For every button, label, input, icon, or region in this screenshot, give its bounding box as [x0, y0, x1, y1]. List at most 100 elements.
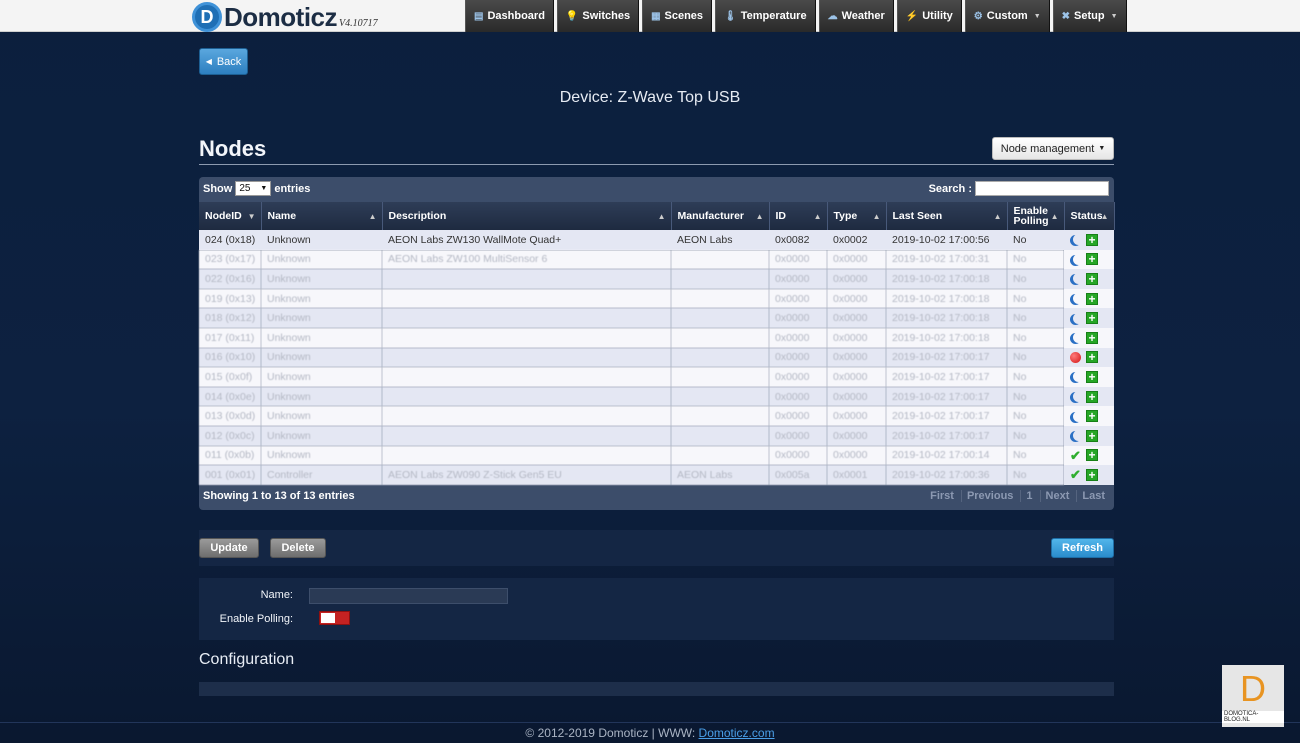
cell-manufacturer: [671, 367, 769, 387]
dead-node-icon: [1070, 351, 1081, 363]
cell-name: Unknown: [261, 425, 382, 446]
caret-down-icon: ▼: [1033, 12, 1041, 20]
update-button[interactable]: Update: [199, 538, 259, 558]
add-plus-icon[interactable]: +: [1086, 410, 1098, 423]
sleeping-moon-icon: [1073, 293, 1084, 304]
nav-weather[interactable]: ☁ Weather: [818, 0, 894, 32]
nav-temperature[interactable]: 🌡 Temperature: [715, 0, 816, 32]
cell-manufacturer: [671, 406, 769, 426]
column-header-description[interactable]: Description ▲: [382, 202, 672, 230]
cell-type: 0x0000: [827, 386, 886, 407]
sleeping-moon-icon: [1073, 332, 1084, 343]
back-button[interactable]: ◀ Back: [199, 48, 248, 75]
add-plus-icon[interactable]: +: [1086, 351, 1098, 364]
cell-id: 0x0000: [769, 367, 827, 387]
column-header-enable-polling[interactable]: Enable Polling ▲: [1007, 202, 1065, 230]
cell-name: Unknown: [261, 327, 382, 348]
cell-last-seen: 2019-10-02 17:00:31: [886, 249, 1007, 270]
cell-name: Unknown: [261, 406, 382, 426]
sleeping-moon-icon: [1073, 313, 1084, 324]
show-label: Show: [203, 182, 233, 195]
nodes-table-panel: Show 25 ▼ entries Search : NodeID ▼ Name ▲ D…: [199, 177, 1115, 510]
table-row[interactable]: 013 (0x0d) Unknown 0x0000 0x0000 2019-10-02 …: [199, 406, 1114, 426]
table-row[interactable]: 001 (0x01) Controller AEON Labs ZW090 Z-St…: [199, 465, 1114, 485]
cell-polling: No: [1007, 269, 1064, 289]
add-plus-icon[interactable]: +: [1086, 253, 1098, 266]
add-plus-icon[interactable]: +: [1086, 429, 1098, 442]
cell-nodeid: 018 (0x12): [199, 308, 261, 328]
watermark-text: DOMOTICA-BLOG.NL: [1222, 711, 1284, 723]
nav-dashboard[interactable]: ▤ Dashboard: [465, 0, 554, 32]
nav-setup[interactable]: ✖ Setup ▼: [1052, 0, 1127, 32]
cell-type: 0x0000: [827, 367, 886, 387]
column-header-name[interactable]: Name ▲: [261, 202, 383, 230]
search-input[interactable]: [975, 181, 1109, 196]
cell-last-seen: 2019-10-02 17:00:18: [886, 308, 1007, 328]
add-plus-icon[interactable]: +: [1086, 449, 1098, 462]
gear-icon: ⚙: [973, 10, 983, 22]
nav-label: Custom: [986, 10, 1028, 22]
pager-last[interactable]: Last: [1076, 490, 1110, 502]
table-row[interactable]: 023 (0x17) Unknown AEON Labs ZW100 MultiSe…: [199, 249, 1114, 270]
cell-manufacturer: AEON Labs: [671, 230, 769, 250]
add-plus-icon[interactable]: +: [1086, 272, 1098, 285]
add-plus-icon[interactable]: +: [1086, 312, 1098, 325]
pager-1[interactable]: 1: [1020, 490, 1037, 502]
column-header-status[interactable]: Status ▲: [1064, 202, 1115, 230]
column-header-type[interactable]: Type ▲: [827, 202, 887, 230]
add-plus-icon[interactable]: +: [1086, 233, 1098, 246]
node-management-dropdown[interactable]: Node management ▼: [992, 137, 1114, 160]
cell-status: +: [1064, 230, 1114, 250]
table-row[interactable]: 022 (0x16) Unknown 0x0000 0x0000 2019-10-02 …: [199, 269, 1114, 289]
cell-description: [382, 406, 671, 426]
name-input[interactable]: [309, 588, 508, 604]
scenes-icon: ▦: [651, 10, 661, 22]
add-plus-icon[interactable]: +: [1086, 331, 1098, 344]
column-header-id[interactable]: ID ▲: [769, 202, 828, 230]
cell-name: Unknown: [261, 288, 382, 309]
page-length-select[interactable]: 25 ▼: [235, 181, 272, 196]
cell-name: Unknown: [261, 269, 382, 289]
nav-utility[interactable]: ⚡ Utility: [896, 0, 962, 32]
cell-manufacturer: [671, 269, 769, 289]
column-header-nodeid[interactable]: NodeID ▼: [199, 202, 262, 230]
pager-next[interactable]: Next: [1039, 490, 1075, 502]
table-row[interactable]: 017 (0x11) Unknown 0x0000 0x0000 2019-10-02 …: [199, 327, 1114, 348]
pager-first[interactable]: First: [925, 490, 959, 502]
cell-type: 0x0000: [827, 288, 886, 309]
pager-previous[interactable]: Previous: [960, 490, 1018, 502]
table-row[interactable]: 024 (0x18) Unknown AEON Labs ZW130 WallMot…: [199, 230, 1114, 250]
add-plus-icon[interactable]: +: [1086, 370, 1098, 383]
table-row[interactable]: 014 (0x0e) Unknown 0x0000 0x0000 2019-10-02 …: [199, 386, 1114, 407]
footer-link[interactable]: Domoticz.com: [699, 726, 775, 740]
nav-switches[interactable]: 💡 Switches: [556, 0, 640, 32]
cell-status: +: [1064, 288, 1114, 309]
refresh-button[interactable]: Refresh: [1051, 538, 1114, 558]
add-plus-icon[interactable]: +: [1086, 292, 1098, 305]
nav-scenes[interactable]: ▦ Scenes: [642, 0, 713, 32]
table-row[interactable]: 012 (0x0c) Unknown 0x0000 0x0000 2019-10-02 …: [199, 425, 1114, 446]
table-row[interactable]: 019 (0x13) Unknown 0x0000 0x0000 2019-10-02 …: [199, 288, 1114, 309]
table-row[interactable]: 016 (0x10) Unknown 0x0000 0x0000 2019-10-02 …: [199, 347, 1114, 368]
app-logo[interactable]: D Domoticz V4.10717: [192, 2, 378, 32]
table-row[interactable]: 015 (0x0f) Unknown 0x0000 0x0000 2019-10-02 …: [199, 367, 1114, 387]
delete-button[interactable]: Delete: [270, 538, 326, 558]
add-plus-icon[interactable]: +: [1086, 390, 1098, 403]
cell-polling: No: [1007, 425, 1064, 446]
column-header-manufacturer[interactable]: Manufacturer ▲: [671, 202, 770, 230]
cell-nodeid: 019 (0x13): [199, 288, 261, 309]
toggle-knob: [321, 613, 335, 623]
cell-nodeid: 011 (0x0b): [199, 445, 261, 466]
nav-custom[interactable]: ⚙ Custom ▼: [964, 0, 1050, 32]
cell-status: +: [1064, 386, 1114, 407]
cell-id: 0x0000: [769, 445, 827, 466]
add-plus-icon[interactable]: +: [1086, 468, 1098, 481]
enable-polling-toggle[interactable]: [319, 611, 350, 625]
column-header-last-seen[interactable]: Last Seen ▲: [886, 202, 1008, 230]
cell-type: 0x0000: [827, 327, 886, 348]
table-row[interactable]: 018 (0x12) Unknown 0x0000 0x0000 2019-10-02 …: [199, 308, 1114, 328]
cell-polling: No: [1007, 465, 1064, 485]
table-row[interactable]: 011 (0x0b) Unknown 0x0000 0x0000 2019-10-02 …: [199, 445, 1114, 466]
nav-label: Setup: [1074, 10, 1105, 22]
cell-status: +: [1064, 347, 1114, 368]
